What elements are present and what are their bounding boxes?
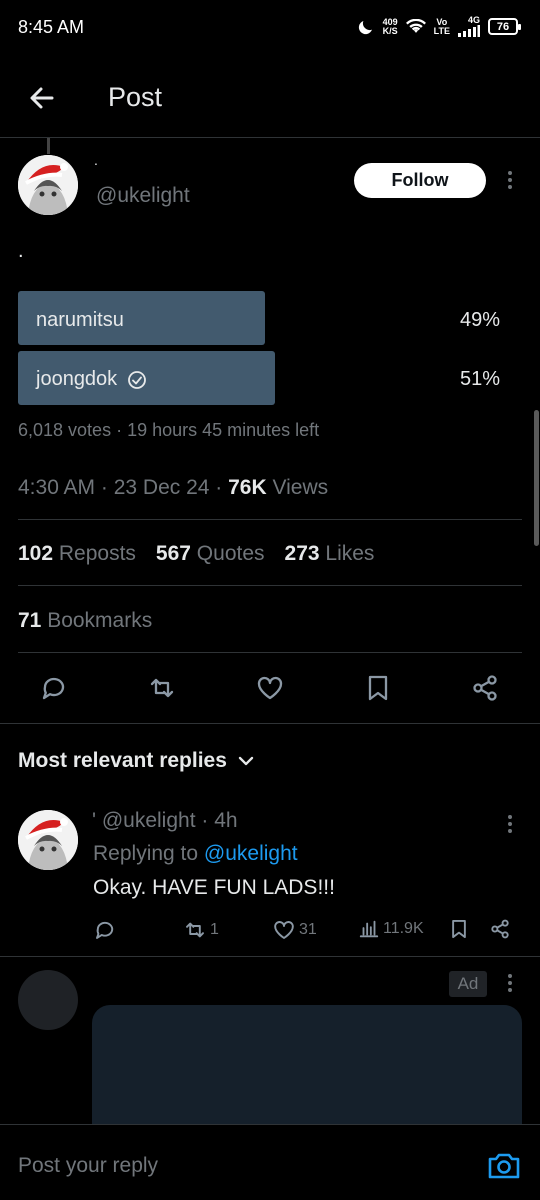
signal-icon (458, 25, 480, 37)
camera-icon (488, 1153, 520, 1179)
reply-comment-button[interactable] (93, 918, 117, 942)
battery-indicator: 76 (488, 18, 521, 35)
avatar-image (18, 155, 78, 215)
post-more-button[interactable] (500, 165, 520, 195)
reply-bookmark-button[interactable] (448, 918, 470, 940)
replies-sort-dropdown[interactable]: Most relevant replies (18, 749, 255, 773)
heart-icon (257, 676, 283, 700)
share-button[interactable] (470, 673, 500, 703)
reply-input[interactable]: Post your reply (18, 1154, 158, 1178)
status-icons: 409 K/S Vo LTE 4G 76 (357, 16, 521, 37)
repost-icon (150, 678, 174, 698)
check-circle-icon (128, 370, 147, 389)
ad-avatar[interactable] (18, 970, 78, 1030)
reply-author[interactable]: ' @ukelight · 4h (92, 809, 238, 833)
reply-share-button[interactable] (489, 918, 511, 940)
net-speed: 409 K/S (382, 16, 398, 36)
engagement-stats: 102 Reposts 567 Quotes 273 Likes (18, 542, 374, 566)
reply-repost-button[interactable]: 1 (183, 918, 219, 942)
back-button[interactable] (24, 80, 60, 116)
divider (18, 519, 522, 520)
bookmarks-stat[interactable]: 71 Bookmarks (18, 609, 152, 633)
reposts-stat[interactable]: 102 Reposts (18, 542, 136, 566)
views-count[interactable]: 76K (228, 476, 267, 499)
page-title: Post (108, 82, 163, 112)
poll-option-label: narumitsu (36, 309, 124, 331)
like-button[interactable] (255, 673, 285, 703)
thread-connector (47, 138, 50, 154)
author-avatar[interactable] (18, 155, 78, 215)
status-bar: 8:45 AM 409 K/S Vo LTE 4G 76 (0, 0, 540, 56)
repost-button[interactable] (147, 673, 177, 703)
replying-to-link[interactable]: @ukelight (204, 842, 298, 865)
divider (18, 652, 522, 653)
divider (0, 956, 540, 957)
camera-button[interactable] (486, 1149, 522, 1183)
ad-more-button[interactable] (500, 968, 520, 998)
likes-stat[interactable]: 273 Likes (285, 542, 375, 566)
comment-icon (96, 921, 114, 939)
author-handle[interactable]: @ukelight (96, 184, 190, 208)
scrollbar[interactable] (534, 410, 539, 546)
divider (18, 585, 522, 586)
avatar-image (18, 810, 78, 870)
top-app-bar: Post (0, 56, 540, 138)
volte-indicator: Vo LTE (433, 16, 450, 36)
poll-meta: 6,018 votes · 19 hours 45 minutes left (18, 420, 320, 440)
follow-button[interactable]: Follow (354, 163, 486, 198)
reply-composer: Post your reply (0, 1124, 540, 1200)
reply-more-button[interactable] (500, 809, 520, 839)
bookmark-icon (452, 919, 466, 939)
signal-indicator: 4G (458, 16, 480, 37)
share-icon (491, 919, 509, 939)
author-display-name[interactable]: . (94, 152, 98, 168)
status-time: 8:45 AM (18, 17, 85, 37)
moon-icon (358, 20, 372, 34)
post-timestamp: 4:30 AM · 23 Dec 24 · 76K Views (18, 476, 329, 499)
quotes-stat[interactable]: 567 Quotes (156, 542, 265, 566)
reply-text: Okay. HAVE FUN LADS!!! (93, 876, 335, 899)
heart-icon (274, 921, 294, 939)
poll-option-label: joongdok (36, 368, 147, 391)
poll-option-percent: 51% (459, 368, 500, 390)
chevron-down-icon (238, 756, 254, 766)
bookmark-button[interactable] (363, 673, 393, 703)
share-icon (473, 675, 497, 701)
comment-icon (42, 677, 65, 700)
reply-button[interactable] (39, 673, 69, 703)
post-text: . (18, 240, 24, 262)
wifi-icon (405, 18, 426, 33)
repost-icon (186, 922, 204, 938)
reply-avatar[interactable] (18, 810, 78, 870)
replying-to: Replying to @ukelight (93, 842, 298, 865)
poll-option-percent: 49% (459, 309, 500, 331)
ad-badge: Ad (449, 971, 487, 997)
reply-views-button[interactable]: 11.9K (358, 918, 424, 940)
analytics-icon (359, 920, 379, 938)
divider (0, 723, 540, 724)
back-arrow-icon (30, 87, 54, 109)
bookmark-icon (368, 675, 388, 701)
reply-like-button[interactable]: 31 (272, 918, 317, 942)
